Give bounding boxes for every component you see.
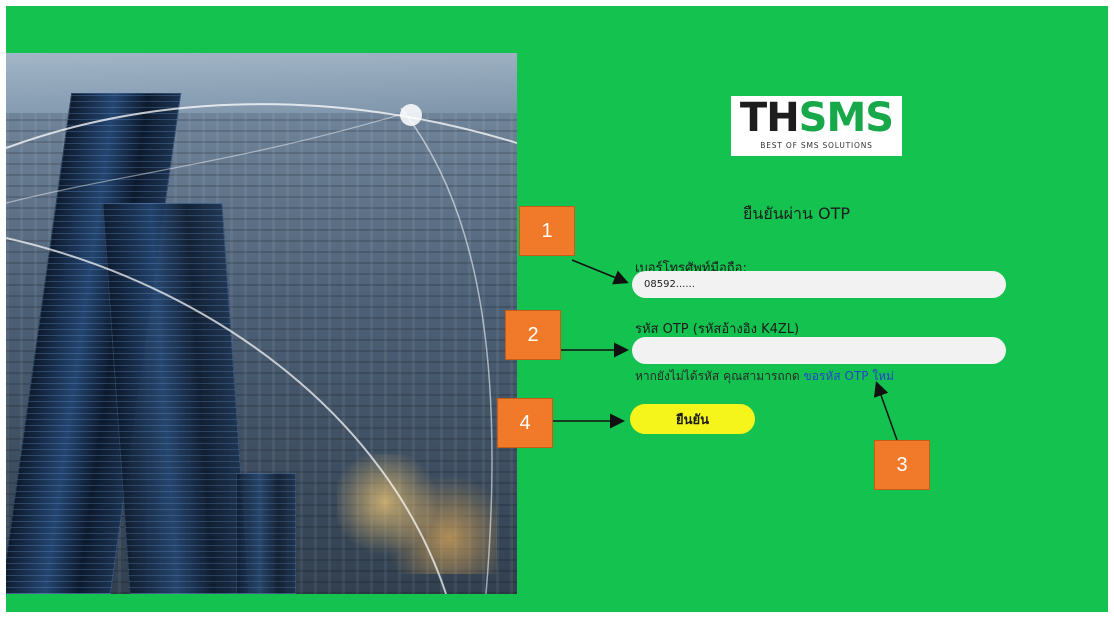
logo-th: TH	[739, 95, 800, 141]
city-skyline-image	[6, 53, 517, 594]
otp-input[interactable]	[632, 337, 1006, 364]
thsms-logo: THSMS BEST OF SMS SOLUTIONS	[731, 96, 902, 156]
phone-input[interactable]	[632, 271, 1006, 298]
callout-4: 4	[497, 398, 553, 448]
login-page-frame: THSMS BEST OF SMS SOLUTIONS ยืนยันผ่าน O…	[6, 6, 1108, 612]
logo-tagline: BEST OF SMS SOLUTIONS	[760, 141, 873, 150]
page-title: ยืนยันผ่าน OTP	[743, 204, 851, 223]
resend-hint-text: หากยังไม่ได้รหัส คุณสามารถกด	[635, 369, 804, 383]
otp-form-panel: THSMS BEST OF SMS SOLUTIONS ยืนยันผ่าน O…	[517, 6, 1108, 612]
logo-wordmark: THSMS	[731, 96, 902, 140]
logo-sms: SMS	[798, 95, 894, 141]
confirm-button[interactable]: ยืนยัน	[630, 404, 755, 434]
callout-1: 1	[519, 206, 575, 256]
network-arcs	[6, 103, 517, 594]
callout-2: 2	[505, 310, 561, 360]
resend-hint: หากยังไม่ได้รหัส คุณสามารถกด ขอรหัส OTP …	[635, 367, 894, 386]
otp-label: รหัส OTP (รหัสอ้างอิง K4ZL)	[635, 322, 800, 337]
callout-3: 3	[874, 440, 930, 490]
resend-otp-link[interactable]: ขอรหัส OTP ใหม่	[804, 369, 894, 383]
